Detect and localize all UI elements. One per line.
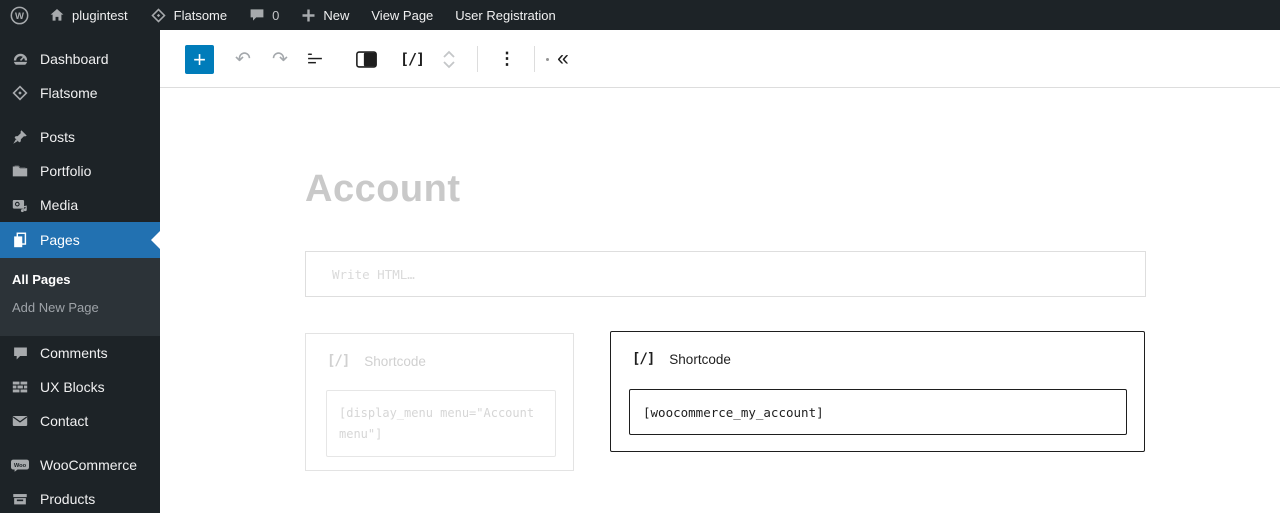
submenu-all-pages[interactable]: All Pages xyxy=(0,266,160,294)
move-up-chevron-icon xyxy=(442,50,456,59)
sidebar-item-label: Portfolio xyxy=(40,163,92,179)
custom-html-block[interactable]: Write HTML… xyxy=(305,251,1146,297)
site-name-label: plugintest xyxy=(72,7,128,23)
sidebar-item-ux-blocks[interactable]: UX Blocks xyxy=(0,370,160,404)
wordpress-admin-screen: W plugintest Flatsome 0 New View Page Us… xyxy=(0,0,1280,513)
block-mover-buttons[interactable] xyxy=(436,46,462,72)
redo-button[interactable]: ↷ xyxy=(267,46,293,72)
sidebar-item-label: Pages xyxy=(40,232,80,248)
drag-handle-dot[interactable] xyxy=(546,58,549,61)
current-item-arrow xyxy=(151,231,160,249)
sidebar-item-woocommerce[interactable]: Woo WooCommerce xyxy=(0,448,160,482)
comments-admin-menu[interactable]: 0 xyxy=(238,0,290,30)
dashboard-gauge-icon xyxy=(10,49,30,69)
shortcode-icon: [/] xyxy=(632,351,655,367)
shortcode-block-header: [/] Shortcode xyxy=(632,351,731,367)
post-title[interactable]: Account xyxy=(305,168,461,211)
home-icon xyxy=(49,7,65,23)
admin-bar: W plugintest Flatsome 0 New View Page Us… xyxy=(0,0,1280,30)
sidebar-item-media[interactable]: Media xyxy=(0,188,160,222)
wordpress-logo-icon: W xyxy=(10,6,29,25)
flatsome-diamond-icon xyxy=(10,83,30,103)
pages-icon xyxy=(10,230,30,250)
sidebar-item-label: Posts xyxy=(40,129,76,145)
shortcode-input[interactable]: [woocommerce_my_account] xyxy=(629,389,1127,435)
sidebar-item-label: Flatsome xyxy=(40,85,98,101)
portfolio-folder-icon xyxy=(10,161,30,181)
media-camera-icon xyxy=(10,195,30,215)
site-name-menu[interactable]: plugintest xyxy=(38,0,139,30)
editor-header: + ↶ ↷ [/] ⋮ « xyxy=(160,30,1280,88)
flatsome-diamond-icon xyxy=(150,7,167,24)
products-box-icon xyxy=(10,489,30,509)
sidebar-separator xyxy=(0,438,160,448)
admin-sidebar: Dashboard Flatsome Posts Portfolio Media… xyxy=(0,30,160,513)
collapse-block-tools-button[interactable]: « xyxy=(550,46,576,72)
parent-columns-block-button[interactable] xyxy=(353,46,379,72)
sidebar-item-label: Comments xyxy=(40,345,108,361)
sidebar-item-label: Dashboard xyxy=(40,51,109,67)
woocommerce-badge-icon: Woo xyxy=(10,455,30,475)
sidebar-item-portfolio[interactable]: Portfolio xyxy=(0,154,160,188)
list-view-icon xyxy=(304,48,326,70)
shortcode-icon: [/] xyxy=(327,353,350,369)
shortcode-block-header: [/] Shortcode xyxy=(327,353,426,369)
user-registration-menu[interactable]: User Registration xyxy=(444,0,566,30)
flatsome-menu[interactable]: Flatsome xyxy=(139,0,238,30)
user-registration-label: User Registration xyxy=(455,7,556,23)
columns-block-icon xyxy=(355,50,377,68)
sidebar-separator xyxy=(0,110,160,120)
toolbar-separator xyxy=(534,46,535,72)
plus-icon xyxy=(301,8,316,23)
shortcode-textarea[interactable]: [display_menu menu="Account menu"] xyxy=(326,390,556,457)
sidebar-item-label: Contact xyxy=(40,413,89,429)
shortcode-block-label: Shortcode xyxy=(364,353,426,369)
submenu-add-new-page[interactable]: Add New Page xyxy=(0,294,160,322)
wordpress-w-glyph: W xyxy=(15,10,24,21)
pages-submenu: All Pages Add New Page xyxy=(0,258,160,336)
sidebar-item-posts[interactable]: Posts xyxy=(0,120,160,154)
shortcode-block-woocommerce-selected[interactable]: [/] Shortcode [woocommerce_my_account] xyxy=(610,331,1145,452)
sidebar-item-products[interactable]: Products xyxy=(0,482,160,513)
shortcode-block-display-menu[interactable]: [/] Shortcode [display_menu menu="Accoun… xyxy=(305,333,574,471)
new-content-menu[interactable]: New xyxy=(290,0,360,30)
sidebar-item-flatsome[interactable]: Flatsome xyxy=(0,76,160,110)
comment-bubble-icon xyxy=(249,7,265,23)
html-block-placeholder: Write HTML… xyxy=(332,266,415,282)
sidebar-item-label: Products xyxy=(40,491,96,507)
move-down-chevron-icon xyxy=(442,60,456,69)
block-inserter-button[interactable]: + xyxy=(185,45,214,74)
envelope-icon xyxy=(10,411,30,431)
block-options-button[interactable]: ⋮ xyxy=(494,46,520,72)
new-label: New xyxy=(323,7,350,23)
document-overview-button[interactable] xyxy=(302,46,328,72)
sidebar-item-label: WooCommerce xyxy=(40,457,137,473)
comments-bubble-icon xyxy=(10,343,30,363)
woo-badge-text: Woo xyxy=(14,463,27,469)
sidebar-item-pages[interactable]: Pages xyxy=(0,222,160,258)
pushpin-icon xyxy=(10,127,30,147)
sidebar-item-label: Media xyxy=(40,197,79,213)
toolbar-separator xyxy=(477,46,478,72)
wordpress-menu[interactable]: W xyxy=(0,0,38,30)
shortcode-block-type-button[interactable]: [/] xyxy=(399,46,425,72)
sidebar-item-contact[interactable]: Contact xyxy=(0,404,160,438)
comment-count: 0 xyxy=(272,7,280,23)
sidebar-item-comments[interactable]: Comments xyxy=(0,336,160,370)
sidebar-item-label: UX Blocks xyxy=(40,379,105,395)
undo-button[interactable]: ↶ xyxy=(230,46,256,72)
view-page-label: View Page xyxy=(371,7,434,23)
flatsome-label: Flatsome xyxy=(173,7,228,23)
sidebar-item-dashboard[interactable]: Dashboard xyxy=(0,42,160,76)
ux-blocks-bricks-icon xyxy=(10,377,30,397)
view-page-link[interactable]: View Page xyxy=(360,0,444,30)
shortcode-block-label: Shortcode xyxy=(669,351,731,367)
